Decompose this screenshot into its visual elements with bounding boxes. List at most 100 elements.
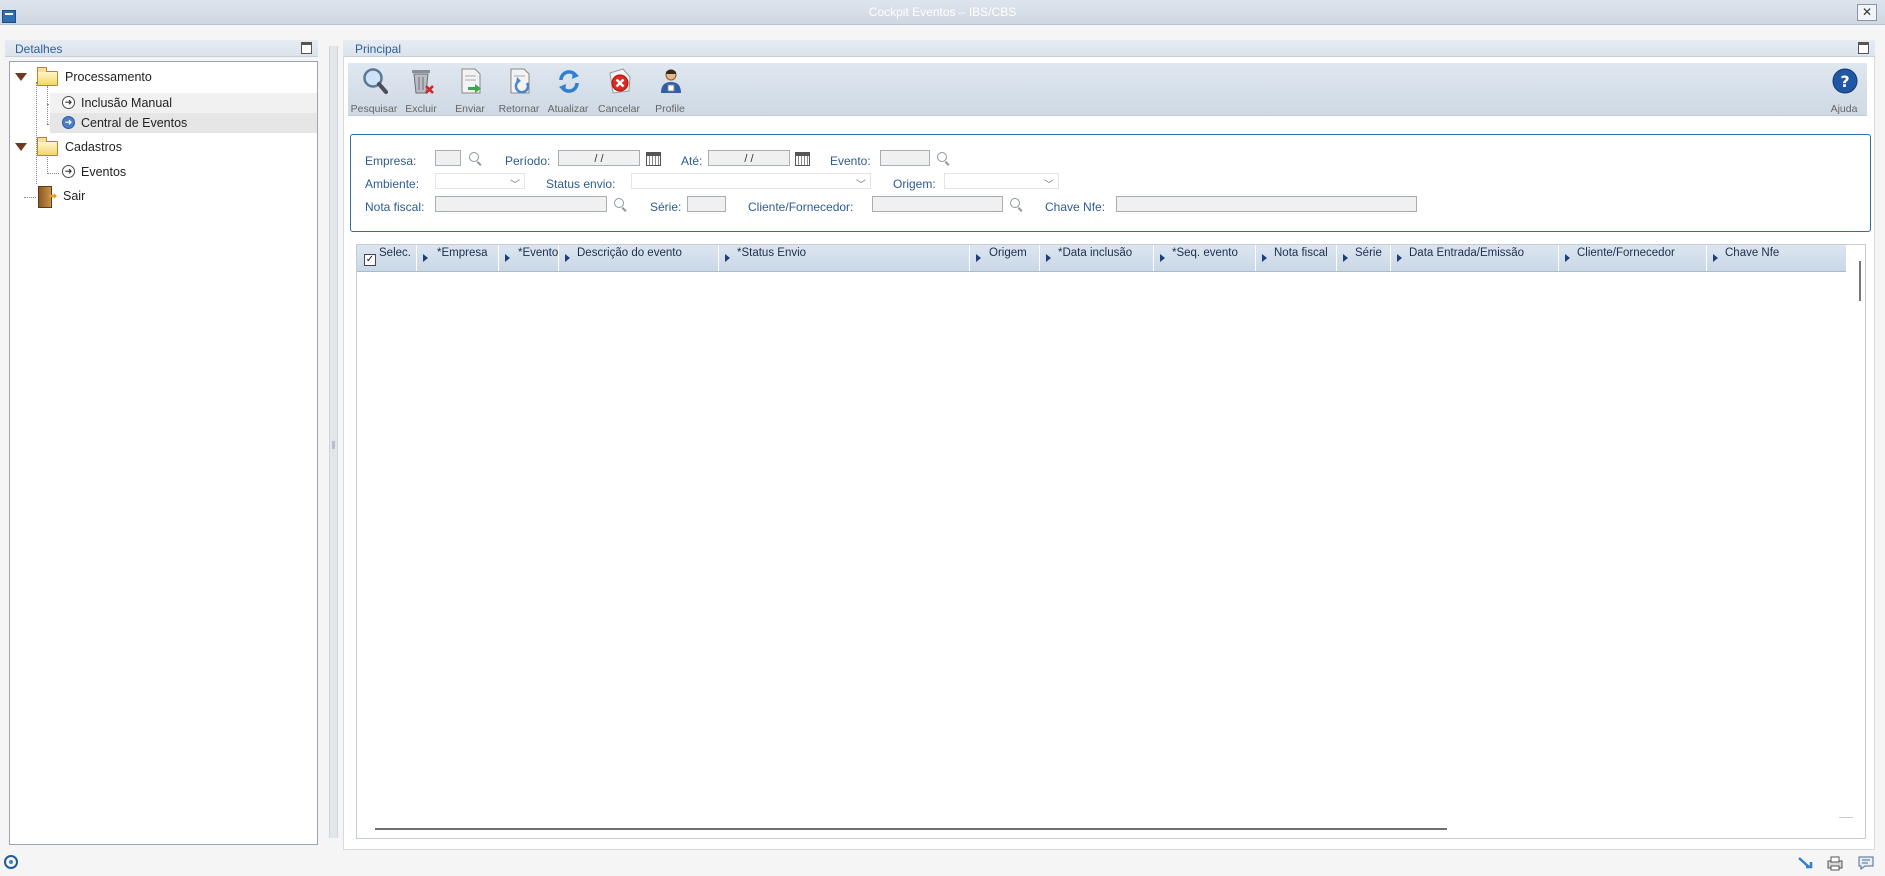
column-chave-nfe[interactable]: Chave Nfe: [1707, 245, 1846, 271]
cancel-icon: [609, 68, 631, 94]
horizontal-scrollbar[interactable]: [375, 828, 1447, 830]
search-icon[interactable]: [1010, 198, 1020, 208]
calendar-icon[interactable]: [795, 152, 810, 166]
sort-arrow-icon: [1565, 254, 1570, 262]
column-status-envio[interactable]: *Status Envio: [719, 245, 970, 271]
search-icon[interactable]: [469, 152, 479, 162]
column-header-label: Nota fiscal: [1274, 247, 1328, 259]
serie-input[interactable]: [687, 196, 726, 212]
column-header-label: *Status Envio: [737, 247, 807, 259]
chave-nfe-input[interactable]: [1116, 196, 1417, 212]
column-evento[interactable]: *Evento: [499, 245, 559, 271]
title-bar: Cockpit Eventos – IBS/CBS ✕: [0, 0, 1885, 25]
column-data-inclusao[interactable]: *Data inclusão: [1040, 245, 1154, 271]
sort-arrow-icon: [1397, 254, 1402, 262]
nota-fiscal-input[interactable]: [435, 196, 607, 212]
svg-text:?: ?: [1840, 72, 1849, 91]
tree-item-label: Cadastros: [65, 140, 122, 154]
tree-item-label: Eventos: [81, 165, 127, 179]
events-grid: ✓ Selec. *Empresa *Evento Descrição do e…: [356, 244, 1866, 839]
ate-date-input[interactable]: / /: [708, 150, 790, 166]
return-document-icon: [510, 68, 530, 94]
trash-icon: [412, 70, 434, 94]
tree-item-sair[interactable]: Sair: [10, 186, 317, 208]
periodo-label: Período:: [505, 154, 551, 168]
column-descricao[interactable]: Descrição do evento: [559, 245, 719, 271]
sort-arrow-icon: [1160, 254, 1165, 262]
tree-item-label: Processamento: [65, 70, 152, 84]
arrow-circle-icon: ➜: [62, 165, 75, 178]
collapse-triangle-icon[interactable]: [15, 143, 27, 151]
main-panel-title: Principal: [355, 42, 402, 56]
toolbar-button-label: Ajuda: [1830, 103, 1858, 115]
tree-item-inclusao-manual[interactable]: ➜ Inclusão Manual: [50, 93, 317, 113]
ambiente-label: Ambiente:: [365, 177, 420, 191]
chevron-down-icon: ﹀: [1044, 180, 1054, 191]
close-button[interactable]: ✕: [1857, 4, 1877, 21]
column-header-label: *Data inclusão: [1058, 247, 1133, 259]
origem-select[interactable]: ﹀: [944, 173, 1059, 191]
column-header-label: Série: [1355, 247, 1382, 259]
chevron-down-icon: ﹀: [856, 180, 866, 191]
tree-item-cadastros[interactable]: Cadastros: [10, 137, 317, 157]
printer-icon[interactable]: [1826, 855, 1844, 871]
column-empresa[interactable]: *Empresa: [417, 245, 499, 271]
collapse-triangle-icon[interactable]: [15, 73, 27, 81]
chevron-down-icon: ﹀: [510, 180, 520, 191]
grid-header: ✓ Selec. *Empresa *Evento Descrição do e…: [357, 245, 1846, 272]
tree-item-label: Inclusão Manual: [81, 96, 173, 110]
window-title: Cockpit Eventos – IBS/CBS: [868, 5, 1017, 19]
origem-label: Origem:: [893, 177, 936, 191]
serie-label: Série:: [650, 200, 682, 214]
details-panel-header: Detalhes: [5, 40, 318, 57]
maximize-icon[interactable]: [1858, 42, 1869, 54]
sort-arrow-icon: [423, 254, 428, 262]
message-icon[interactable]: [1857, 855, 1875, 871]
status-envio-label: Status envio:: [546, 177, 616, 191]
column-nota-fiscal[interactable]: Nota fiscal: [1256, 245, 1337, 271]
evento-input[interactable]: [880, 150, 930, 166]
ambiente-select[interactable]: ﹀: [435, 173, 525, 191]
column-header-label: *Seq. evento: [1172, 247, 1238, 259]
status-envio-select[interactable]: ﹀: [631, 173, 871, 191]
column-data-entrada[interactable]: Data Entrada/Emissão: [1391, 245, 1559, 271]
column-header-label: Chave Nfe: [1725, 247, 1780, 259]
column-header-label: Origem: [989, 247, 1027, 259]
panel-splitter[interactable]: [329, 46, 338, 838]
evento-label: Evento:: [830, 154, 871, 168]
sort-arrow-icon: [1343, 254, 1348, 262]
tree-item-eventos[interactable]: ➜ Eventos: [50, 162, 317, 182]
empresa-input[interactable]: [435, 150, 461, 166]
tree-item-central-de-eventos[interactable]: ➜ Central de Eventos: [50, 113, 317, 133]
ate-label: Até:: [681, 154, 703, 168]
column-origem[interactable]: Origem: [970, 245, 1040, 271]
column-seq-evento[interactable]: *Seq. evento: [1154, 245, 1256, 271]
atualizar-button[interactable]: Atualizar: [542, 63, 594, 115]
column-header-label: Descrição do evento: [577, 247, 682, 259]
ajuda-button[interactable]: ? Ajuda: [1818, 63, 1870, 115]
column-header-label: Selec.: [379, 247, 411, 259]
profile-button[interactable]: Profile: [644, 63, 696, 115]
connection-icon[interactable]: [1797, 855, 1815, 871]
vertical-scrollbar[interactable]: [1859, 261, 1861, 301]
search-icon[interactable]: [937, 152, 947, 162]
column-selec[interactable]: ✓ Selec.: [357, 245, 417, 271]
maximize-icon[interactable]: [301, 42, 312, 54]
calendar-icon[interactable]: [646, 152, 661, 166]
periodo-date-input[interactable]: / /: [558, 150, 640, 166]
column-cliente-fornecedor[interactable]: Cliente/Fornecedor: [1559, 245, 1707, 271]
cliente-fornecedor-label: Cliente/Fornecedor:: [748, 200, 854, 214]
cancelar-button[interactable]: Cancelar: [593, 63, 645, 115]
folder-icon: [37, 67, 58, 86]
tree-item-processamento[interactable]: Processamento: [10, 67, 317, 87]
exit-door-icon: [38, 186, 52, 208]
column-serie[interactable]: Série: [1337, 245, 1391, 271]
cliente-fornecedor-input[interactable]: [872, 196, 1003, 212]
chave-nfe-label: Chave Nfe:: [1045, 200, 1106, 214]
select-all-checkbox[interactable]: ✓: [364, 254, 376, 266]
help-icon: ?: [1832, 68, 1858, 94]
search-icon[interactable]: [614, 198, 624, 208]
toolbar: Pesquisar Excluir Enviar Retornar Atuali…: [348, 63, 1867, 116]
scroll-end-marker: [1839, 817, 1853, 818]
filter-panel: Empresa: Período: / / Até: / / Evento: A…: [350, 134, 1871, 232]
